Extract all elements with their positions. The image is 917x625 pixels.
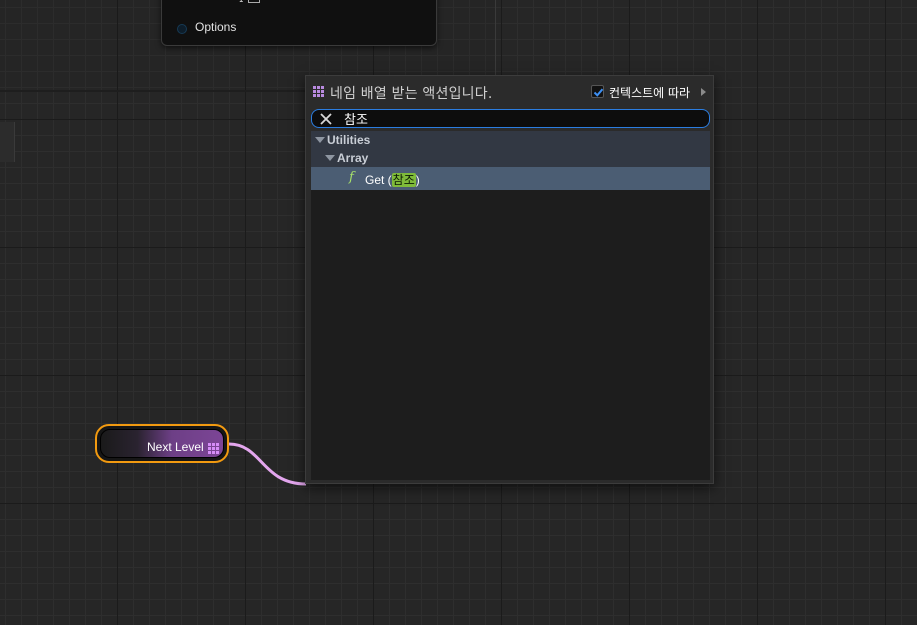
search-match-highlight: 참조: [391, 173, 416, 187]
search-input[interactable]: [344, 110, 694, 127]
function-icon: f: [349, 170, 354, 185]
next-level-variable-node[interactable]: Next Level: [95, 424, 229, 463]
action-menu-title: 네임 배열 받는 액션입니다.: [330, 86, 493, 102]
action-menu: 네임 배열 받는 액션입니다. 컨텍스트에 따라 Utilities Ar: [305, 75, 714, 484]
context-sensitive-checkbox[interactable]: [591, 85, 604, 98]
variable-node-body: Next Level: [100, 429, 224, 458]
tree-item-get[interactable]: f Get (참조): [311, 167, 710, 190]
action-menu-header: 네임 배열 받는 액션입니다. 컨텍스트에 따라: [306, 76, 713, 108]
close-icon[interactable]: [318, 111, 334, 127]
caret-down-icon[interactable]: [315, 137, 325, 143]
function-label-suffix: ): [415, 173, 420, 187]
context-sensitive-label[interactable]: 컨텍스트에 따라: [609, 84, 690, 101]
subcategory-label: Array: [337, 151, 369, 165]
chevron-right-icon[interactable]: [701, 88, 706, 96]
checkmark-icon: [593, 88, 604, 97]
variable-label: Next Level: [147, 440, 204, 454]
search-box[interactable]: [311, 109, 710, 128]
action-tree[interactable]: Utilities Array f Get (참조): [311, 131, 710, 480]
function-label: Get (참조): [365, 171, 420, 188]
tree-category-utilities[interactable]: Utilities: [311, 131, 710, 149]
graph-canvas[interactable]: ɾ Options Next Level 네임 배열 받는 액션입니다.: [0, 0, 917, 625]
caret-down-icon[interactable]: [325, 155, 335, 161]
tree-category-array[interactable]: Array: [311, 149, 710, 167]
function-label-prefix: Get (: [365, 173, 392, 187]
array-grid-icon: [313, 86, 324, 97]
array-pin-icon[interactable]: [208, 443, 219, 454]
category-label: Utilities: [327, 133, 371, 147]
